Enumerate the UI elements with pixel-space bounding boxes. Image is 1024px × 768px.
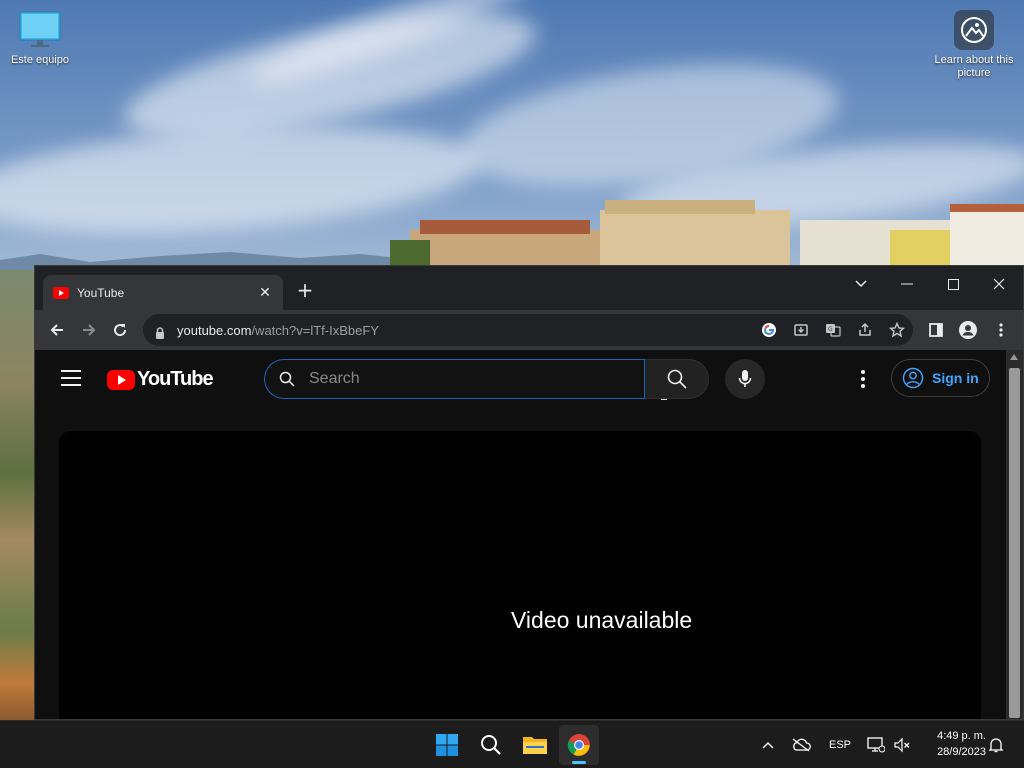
chevron-down-icon [855,280,867,288]
browser-menu-button[interactable] [991,320,1011,340]
tab-title: YouTube [77,285,125,300]
youtube-page: YouTube Sign in Video unavailable [35,350,1007,719]
scroll-up-arrow-icon[interactable] [1010,354,1018,360]
browser-window: YouTube ✕ + youtube.com/watch?v=lTf-IxBb… [34,265,1024,720]
account-circle-icon [902,367,924,389]
youtube-logo-text: YouTube [137,368,214,390]
youtube-logo[interactable]: YouTube [107,368,214,391]
lock-icon[interactable] [155,324,165,339]
sign-in-label: Sign in [932,370,979,386]
search-icon [279,371,295,387]
close-icon [993,278,1005,290]
side-panel-button[interactable] [926,320,946,340]
close-button[interactable] [976,270,1022,298]
reload-icon [114,324,127,337]
maximize-icon [947,278,959,290]
maximize-button[interactable] [930,270,976,298]
search-box[interactable] [264,359,667,400]
address-bar[interactable]: youtube.com/watch?v=lTf-IxBbeFY G [143,314,913,346]
chevron-up-icon [762,741,774,749]
desktop-icon-learn-about-picture[interactable]: Learn about this picture [934,10,1014,80]
chrome-icon [567,734,590,756]
desktop-icon-label: Learn about this picture [934,54,1014,79]
voice-search-button[interactable] [725,359,765,399]
profile-button[interactable] [958,320,978,340]
minimize-button[interactable] [884,270,930,298]
taskbar-search-button[interactable] [471,725,511,765]
start-button[interactable] [427,725,467,765]
taskbar: ESP 4:49 p. m. 28/9/2023 [0,720,1024,768]
install-app-icon[interactable] [791,321,811,339]
desktop-icon-this-pc[interactable]: Este equipo [0,10,80,67]
search-icon [481,735,501,755]
bookmark-star-icon[interactable] [887,321,907,339]
show-hidden-icons-button[interactable] [760,735,776,755]
new-tab-button[interactable]: + [293,278,317,302]
more-vert-icon [999,323,1003,337]
search-input[interactable] [309,370,609,388]
share-icon[interactable] [855,321,875,339]
side-panel-icon [929,323,943,337]
google-lens-icon[interactable] [759,321,779,339]
video-unavailable-message: Video unavailable [511,607,693,633]
svg-text:G: G [828,326,833,333]
tab-search-button[interactable] [838,270,884,298]
file-explorer-button[interactable] [515,725,555,765]
sign-in-button[interactable]: Sign in [891,359,990,397]
network-icon[interactable] [866,735,886,755]
desktop-icon-label: Este equipo [10,54,70,66]
reload-button[interactable] [106,316,134,344]
tab-youtube[interactable]: YouTube ✕ [43,275,283,310]
clock-date: 28/9/2023 [937,746,986,758]
clock-time: 4:49 p. m. [937,730,986,742]
onedrive-icon[interactable] [790,735,812,755]
input-language-indicator[interactable]: ESP [826,735,854,755]
hamburger-menu-icon[interactable] [61,370,81,386]
search-icon [667,369,687,389]
chrome-taskbar-button[interactable] [559,725,599,765]
translate-icon[interactable]: G [823,321,843,339]
microphone-icon [738,370,752,387]
youtube-favicon-icon [53,286,69,299]
profile-icon [959,321,977,339]
search-button[interactable] [645,359,709,399]
folder-icon [523,737,547,754]
page-scrollbar[interactable] [1006,350,1023,719]
url-text: youtube.com/watch?v=lTf-IxBbeFY [177,322,379,338]
clock[interactable]: 4:49 p. m. 28/9/2023 [920,728,986,760]
arrow-left-icon [50,324,63,336]
active-app-indicator [572,761,586,764]
settings-more-icon[interactable] [855,368,871,390]
arrow-right-icon [83,324,96,336]
browser-toolbar: youtube.com/watch?v=lTf-IxBbeFY G [35,310,1023,350]
video-player[interactable]: Video unavailable [59,431,981,719]
monitor-icon [18,10,62,50]
learn-picture-icon [954,10,994,50]
windows-logo-icon [436,734,458,756]
back-button[interactable] [43,316,71,344]
notifications-bell-icon[interactable] [986,735,1006,755]
tab-close-icon[interactable]: ✕ [257,285,273,301]
browser-titlebar: YouTube ✕ + [35,266,1023,310]
forward-button[interactable] [75,316,103,344]
youtube-logo-icon [107,369,135,390]
volume-muted-icon[interactable] [892,735,912,755]
scroll-thumb[interactable] [1009,368,1020,718]
minimize-icon [901,283,913,285]
